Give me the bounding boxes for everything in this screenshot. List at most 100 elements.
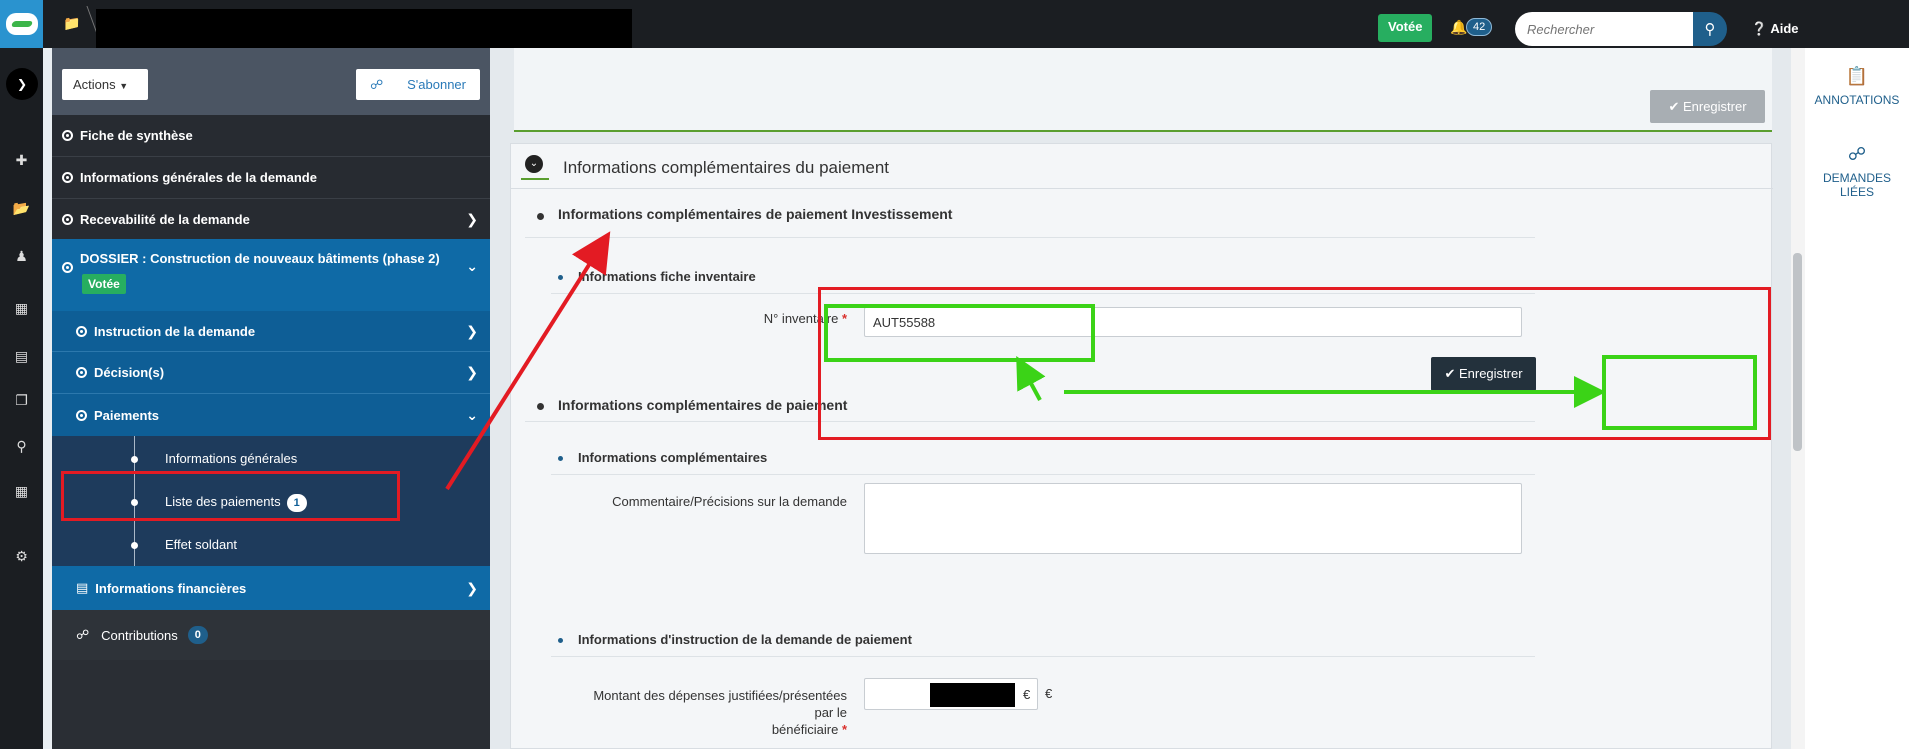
section-title-paiement: Informations complémentaires de paiement [558,397,848,413]
gear-icon[interactable]: ⚙ [0,538,43,574]
contributions-icon: ☍ [76,627,90,642]
nav-item-decisions[interactable]: Décision(s) ❯ [52,352,490,394]
subsection-title-inventaire: Informations fiche inventaire [578,269,756,284]
circle-arrow-icon [62,172,73,183]
nav-link-infos-generales[interactable]: Informations générales [165,451,297,466]
nav-item-fiche-synthese[interactable]: Fiche de synthèse [52,115,490,157]
nav-header: Actions ▼ ☍ S'abonner [52,48,490,115]
panel-title: Informations complémentaires du paiement [563,158,889,177]
actions-label: Actions [73,77,116,92]
chevron-down-icon: ⌄ [525,155,543,173]
circle-arrow-icon [62,130,73,141]
linked-label: DEMANDES LIÉES [1822,171,1891,199]
nav-item-label: Informations générales de la demande [80,170,317,185]
circle-arrow-icon [62,261,73,273]
scrollbar-thumb[interactable] [1793,253,1802,451]
circle-arrow-icon [76,325,87,337]
amount-label: Montant des dépenses justifiées/présenté… [571,687,847,738]
amount-label-line1: Montant des dépenses justifiées/présenté… [593,688,847,720]
circle-arrow-icon [62,213,73,225]
left-navigation: Actions ▼ ☍ S'abonner Fiche de synthèse I… [52,48,490,749]
search-button[interactable]: ⚲ [1693,12,1727,46]
nav-link-effet-soldant[interactable]: Effet soldant [165,537,237,552]
currency-suffix: € [1023,687,1031,702]
nav-item-recevabilite[interactable]: Recevabilité de la demande ❯ [52,199,490,239]
save-button-disabled[interactable]: ✔ Enregistrer [1650,90,1765,123]
question-icon: ❔ [1751,21,1768,36]
subsection-bullet [558,275,563,280]
dossier-title: DOSSIER : Construction de nouveaux bâtim… [80,250,440,266]
nav-item-label: Paiements [94,407,160,423]
divider [525,237,1535,238]
comment-label: Commentaire/Précisions sur la demande [612,494,847,509]
annotation-box-red-liste [61,471,400,521]
panel-header[interactable]: ⌄ Informations complémentaires du paieme… [511,144,1773,189]
annotation-box-green-label [824,304,1095,362]
search-input[interactable] [1515,12,1693,46]
institution-icon[interactable]: ▤ [0,338,43,374]
search-icon[interactable]: ⚲ [0,428,43,464]
subsection-bullet [558,638,563,643]
subscribe-label: S'abonner [407,77,466,92]
annotation-box-green-save [1602,355,1757,430]
help-label: Aide [1770,21,1799,36]
actions-dropdown[interactable]: Actions ▼ [62,69,148,100]
folder-icon[interactable]: 📂 [0,190,43,226]
page-scrollbar[interactable] [1791,48,1805,749]
dossier-title-row[interactable]: DOSSIER : Construction de nouveaux bâtim… [52,248,490,274]
required-asterisk: * [841,722,847,737]
calculator-icon: ▤ [76,580,89,595]
amount-label-line2: bénéficiaire [771,722,839,737]
payment-complementary-panel: ⌄ Informations complémentaires du paieme… [510,143,1773,749]
search-icon: ⚲ [1704,21,1716,38]
app-logo[interactable] [0,0,43,48]
chevron-down-icon: ⌄ [466,406,478,423]
comment-textarea[interactable] [864,483,1522,554]
linked-icon: ☍ [1847,144,1867,164]
users-icon[interactable]: ♟ [0,238,43,274]
nav-item-instruction[interactable]: Instruction de la demande ❯ [52,311,490,352]
bank-icon[interactable]: ▦ [0,290,43,326]
bell-icon[interactable]: 🔔 [1450,19,1467,36]
chevron-right-icon: ❯ [466,322,478,339]
section-bullet [537,213,544,220]
chevron-right-icon: ❯ [466,210,478,227]
section-bullet [537,403,544,410]
notification-count[interactable]: 42 [1466,18,1493,36]
annotations-link[interactable]: 📋 ANNOTATIONS [1805,66,1909,107]
caret-down-icon: ▼ [119,81,129,91]
icon-rail: ❯ ✚ 📂 ♟ ▦ ▤ ❐ ⚲ ▦ ⚙ [0,48,43,749]
contributions-row[interactable]: ☍ Contributions 0 [52,610,490,660]
chevron-down-icon: ⌄ [466,258,478,274]
annotations-label: ANNOTATIONS [1814,93,1900,107]
right-panel: 📋 ANNOTATIONS ☍ DEMANDES LIÉES [1805,48,1909,749]
subsection-bullet [558,456,563,461]
status-badge: Votée [1378,14,1433,42]
table-icon[interactable]: ▦ [0,473,43,509]
nav-filler [52,660,490,749]
save-label: Enregistrer [1682,99,1747,114]
dossier-status-badge: Votée [82,274,126,294]
nav-item-label: Contributions [101,627,178,643]
help-link[interactable]: ❔ Aide [1751,21,1799,37]
collapse-toggle-icon[interactable]: ❯ [6,68,38,100]
section-title-investissement: Informations complémentaires de paiement… [558,206,953,222]
nav-item-label: Instruction de la demande [94,323,256,339]
previous-panel-footer: ✔ Enregistrer [514,48,1772,132]
clipboard-icon: 📋 [1845,66,1869,86]
redacted-amount [930,683,1015,707]
linked-requests-link[interactable]: ☍ DEMANDES LIÉES [1805,144,1909,199]
nav-item-paiements[interactable]: Paiements ⌄ [52,394,490,436]
subsection-title-instruction: Informations d'instruction de la demande… [578,632,912,647]
documents-icon[interactable]: ❐ [0,382,43,418]
circle-arrow-icon [76,409,87,421]
nav-item-infos-financieres-row[interactable]: ▤ Informations financières ❯ [52,566,490,610]
nav-item-infos-generales[interactable]: Informations générales de la demande [52,157,490,199]
home-icon[interactable]: ✚ [0,142,43,178]
amount-input[interactable]: € [864,678,1038,710]
collapse-toggle[interactable]: ⌄ [521,152,549,180]
subscribe-button[interactable]: ☍ S'abonner [356,69,480,100]
subsection-title-complementaires: Informations complémentaires [578,450,768,465]
tree-dot [131,542,138,549]
nav-item-label: Fiche de synthèse [80,128,193,143]
